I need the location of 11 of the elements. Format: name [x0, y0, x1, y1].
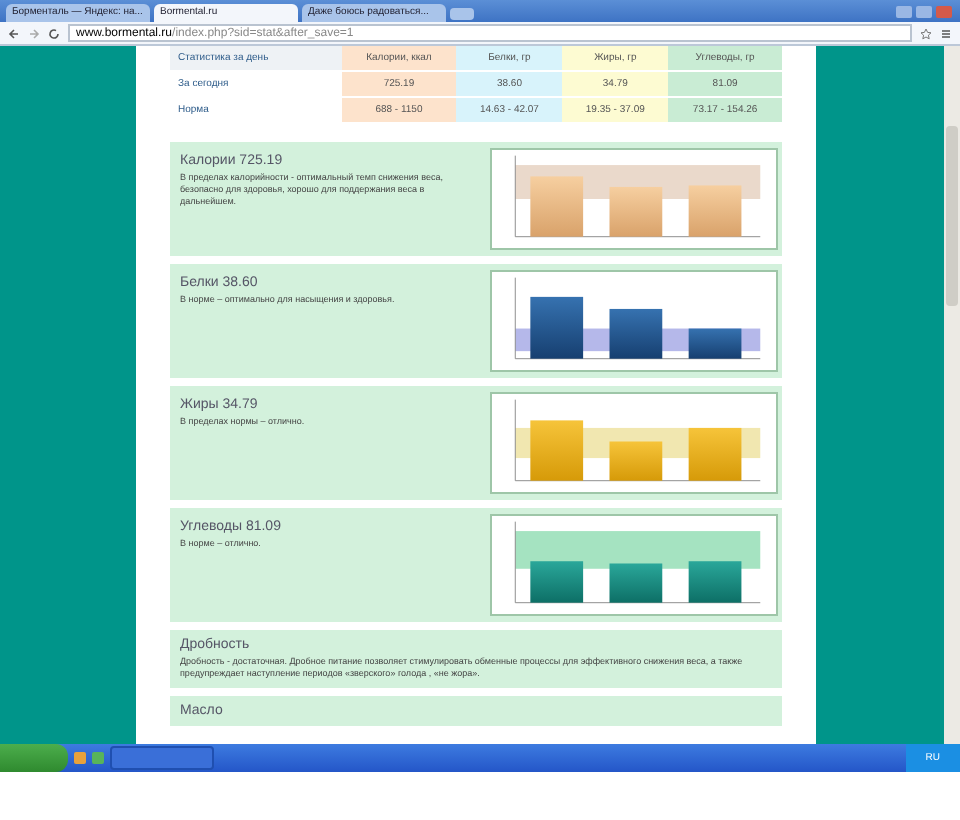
- new-tab-button[interactable]: [450, 8, 474, 20]
- close-button[interactable]: [936, 6, 952, 18]
- start-button[interactable]: [0, 744, 68, 772]
- back-icon[interactable]: [8, 27, 20, 39]
- star-icon[interactable]: [920, 27, 932, 39]
- minimize-button[interactable]: [896, 6, 912, 18]
- reload-icon[interactable]: [48, 27, 60, 39]
- taskbar-item[interactable]: [110, 746, 214, 770]
- menu-icon[interactable]: [940, 27, 952, 39]
- forward-icon[interactable]: [28, 27, 40, 39]
- maximize-button[interactable]: [916, 6, 932, 18]
